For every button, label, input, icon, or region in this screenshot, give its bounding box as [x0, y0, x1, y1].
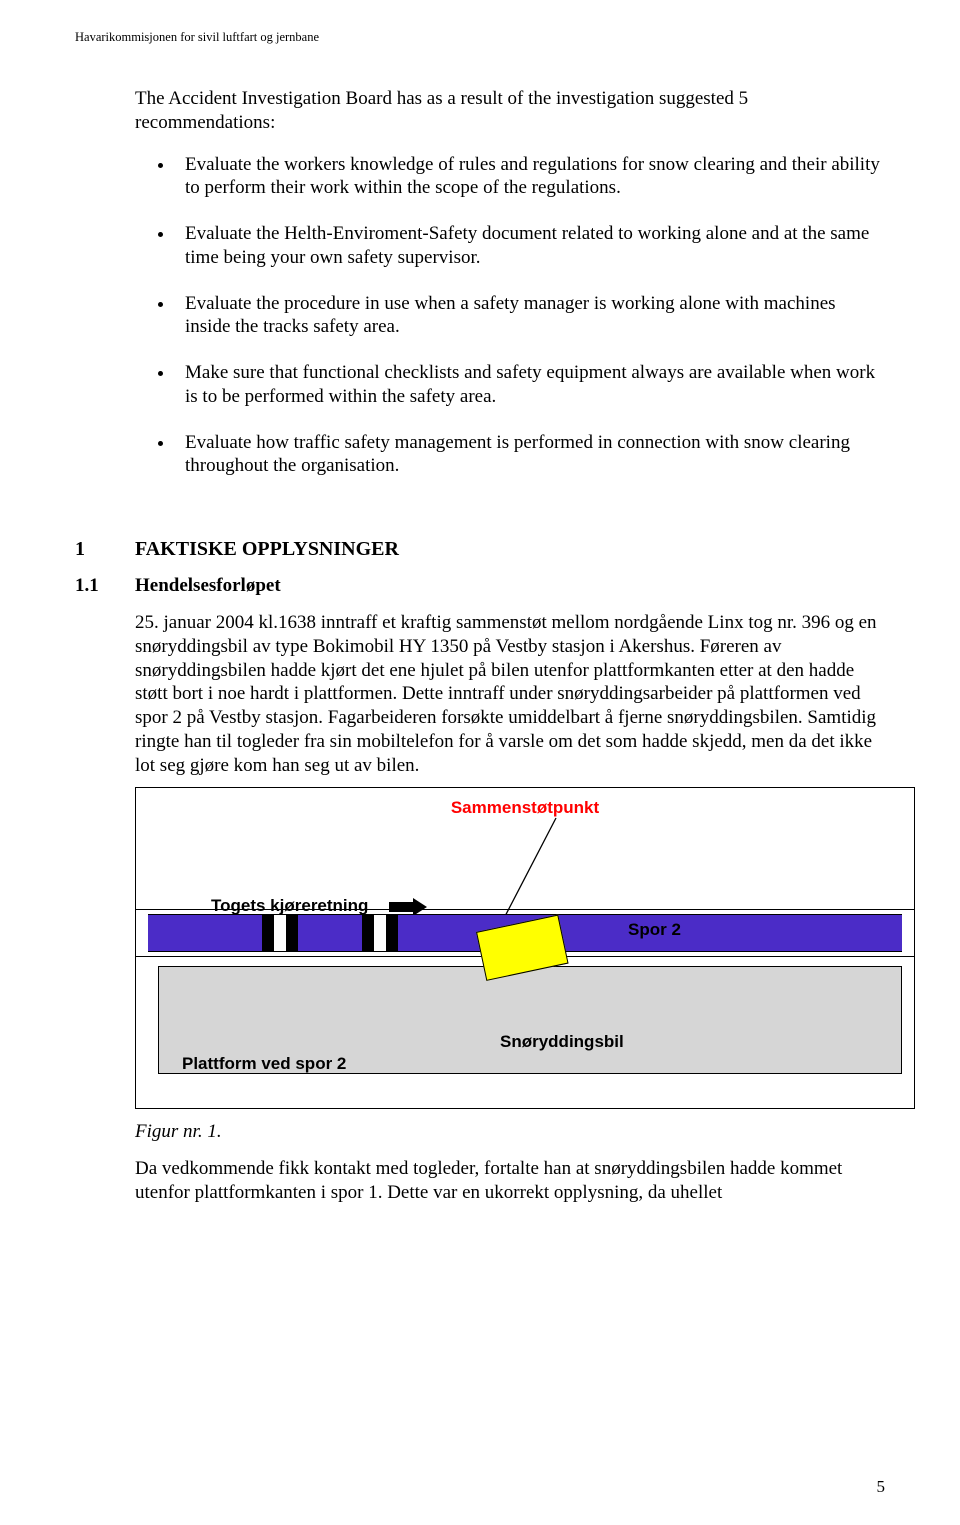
recommendations-list: Evaluate the workers knowledge of rules … [135, 153, 885, 479]
recommendation-item: Evaluate the procedure in use when a saf… [175, 292, 885, 340]
subsection-heading: 1.1 Hendelsesforløpet [75, 575, 885, 597]
running-header: Havarikommisjonen for sivil luftfart og … [75, 30, 885, 45]
subsection-number: 1.1 [75, 575, 135, 597]
snow-plow-icon [476, 932, 560, 982]
section-heading: 1 FAKTISKE OPPLYSNINGER [75, 538, 885, 561]
body-paragraph: Da vedkommende fikk kontakt med togleder… [135, 1157, 885, 1205]
recommendation-item: Evaluate the Helth-Enviroment-Safety doc… [175, 222, 885, 270]
recommendation-item: Evaluate the workers knowledge of rules … [175, 153, 885, 201]
platform-label: Plattform ved spor 2 [182, 1054, 346, 1074]
subsection-title: Hendelsesforløpet [135, 575, 281, 597]
intro-paragraph: The Accident Investigation Board has as … [135, 87, 885, 135]
recommendation-item: Make sure that functional checklists and… [175, 361, 885, 409]
impact-point-label: Sammenstøtpunkt [148, 798, 902, 818]
snow-plow-label: Snøryddingsbil [500, 1032, 624, 1052]
train-direction-label: Togets kjøreretning [211, 896, 368, 916]
page: Havarikommisjonen for sivil luftfart og … [0, 0, 960, 1525]
figure-diagram: Sammenstøtpunkt Togets kjøreretning Spor… [135, 787, 915, 1109]
section-number: 1 [75, 538, 135, 561]
body-paragraph: 25. januar 2004 kl.1638 inntraff et kraf… [135, 611, 885, 777]
figure-caption: Figur nr. 1. [135, 1121, 885, 1143]
recommendation-item: Evaluate how traffic safety management i… [175, 431, 885, 479]
track-label: Spor 2 [628, 920, 681, 940]
page-number: 5 [877, 1477, 886, 1497]
section-title: FAKTISKE OPPLYSNINGER [135, 538, 399, 561]
track-area: Spor 2 Snøryddingsbil Plattform ved spor… [148, 914, 902, 1084]
